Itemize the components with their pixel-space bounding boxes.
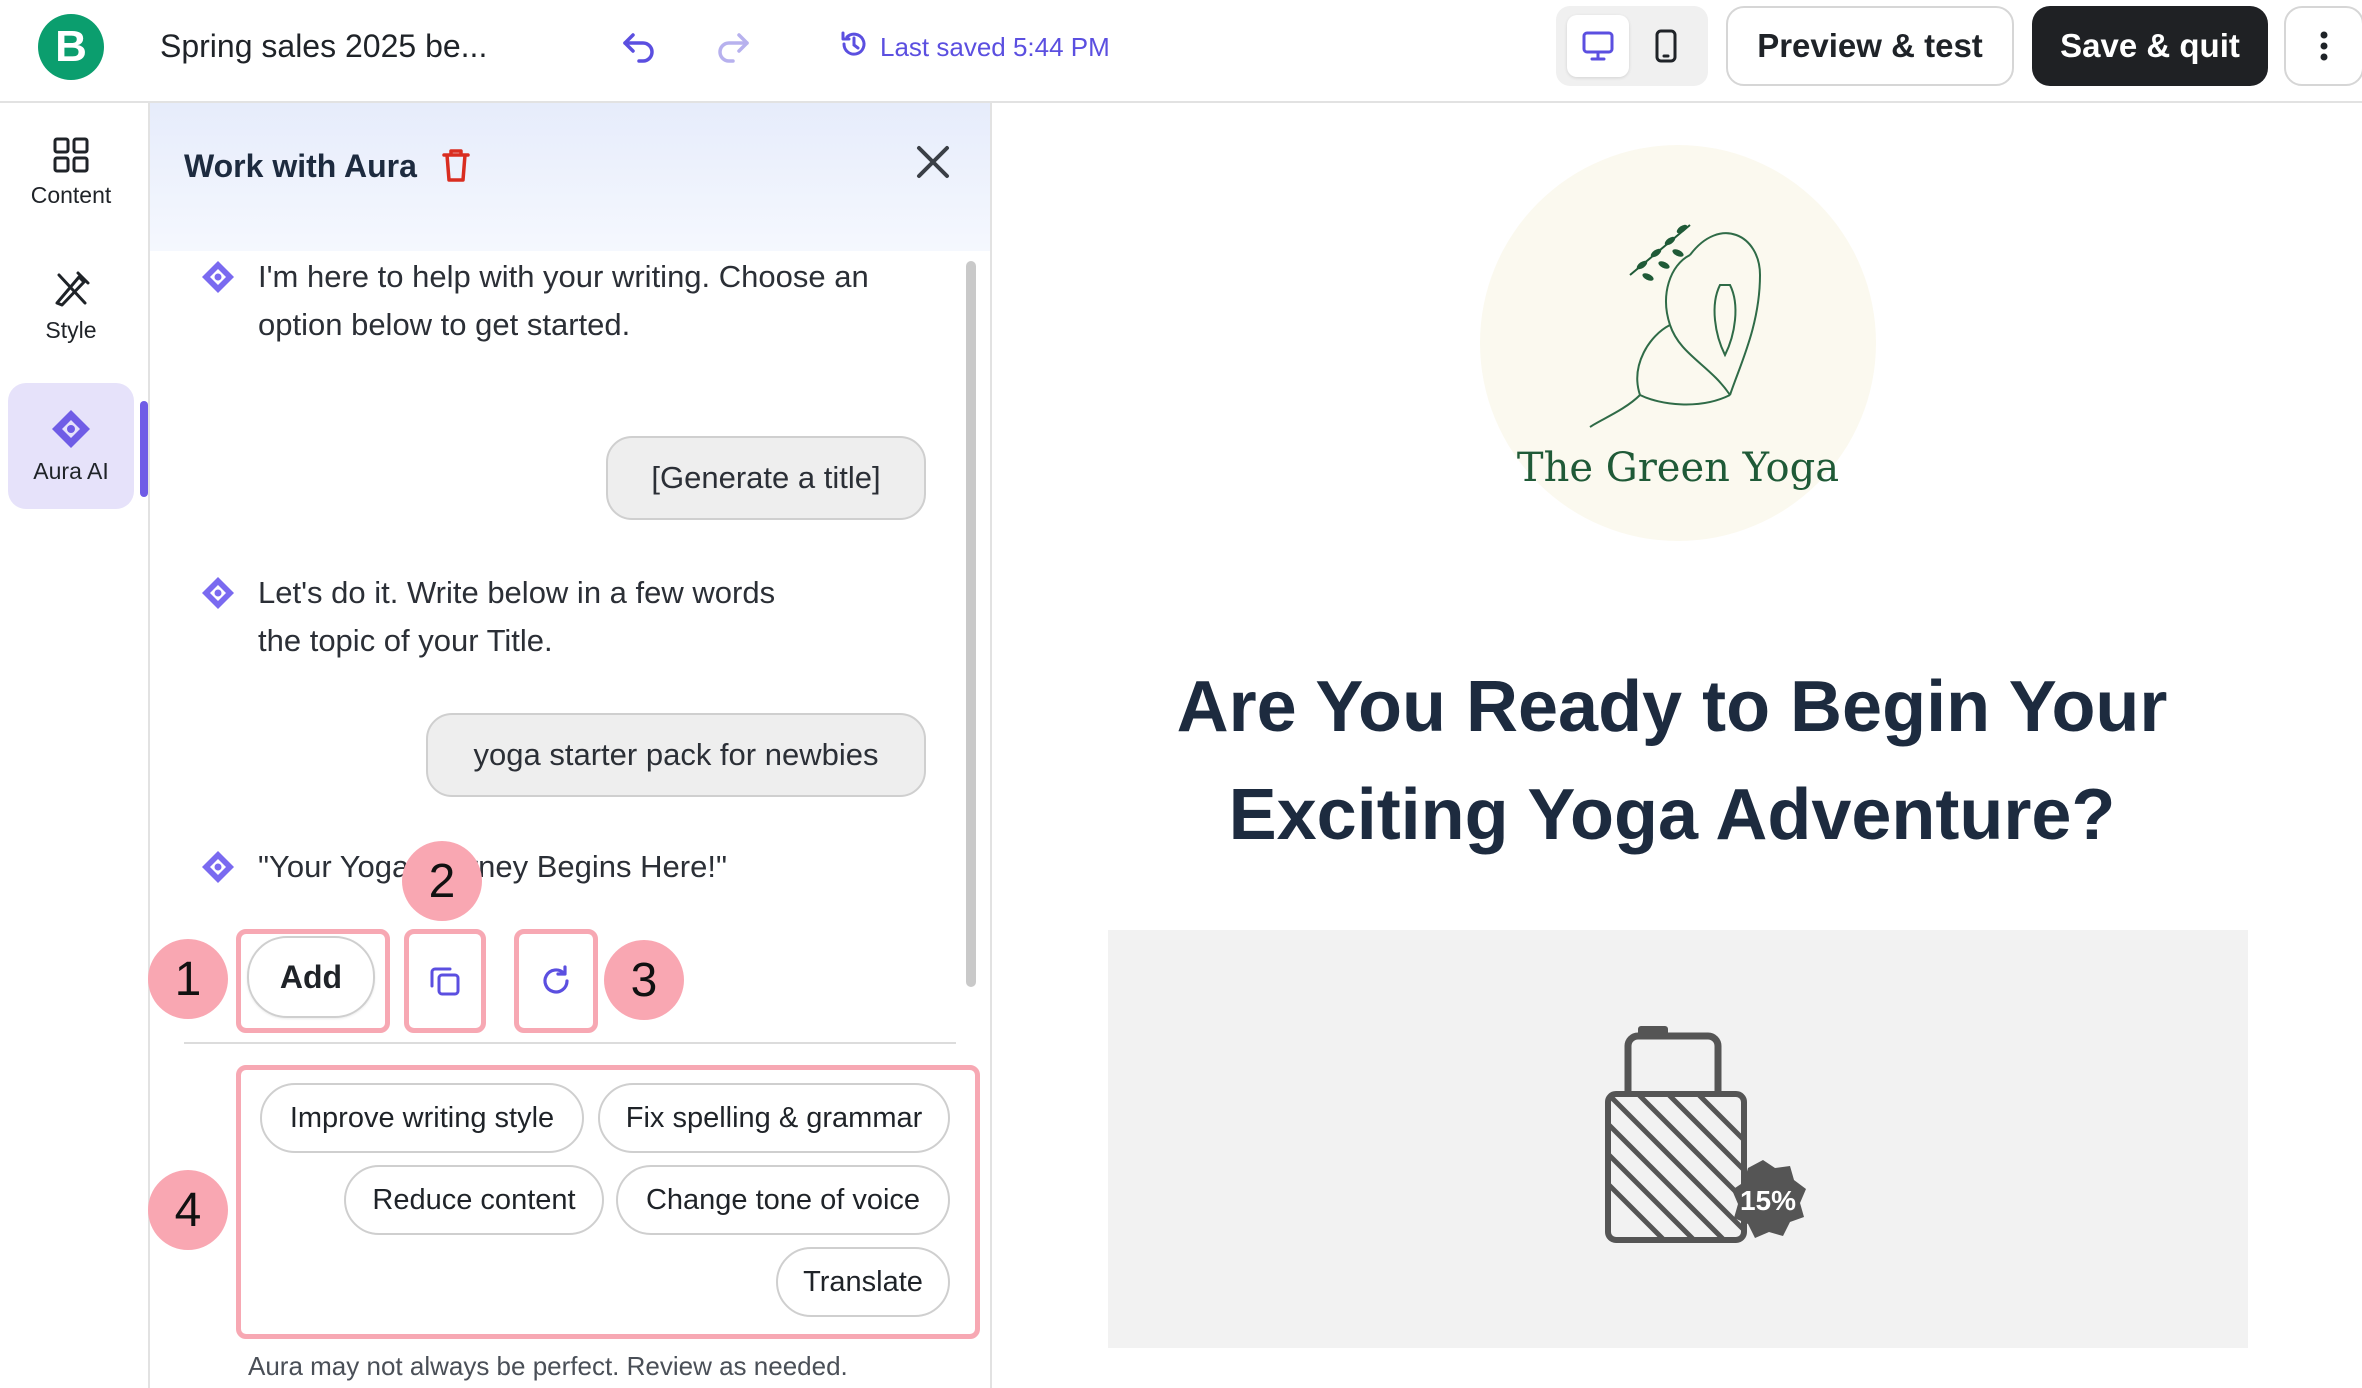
message-line: I'm here to help with your writing. Choo…	[258, 259, 869, 294]
brush-icon	[55, 271, 90, 306]
rail-label-style: Style	[45, 316, 97, 343]
mobile-icon	[1655, 29, 1677, 63]
more-options-button[interactable]	[2284, 6, 2362, 86]
rail-label-aura-ai: Aura AI	[33, 457, 109, 484]
discount-badge-text: 15%	[1740, 1185, 1796, 1216]
chat-scrollbar[interactable]	[966, 261, 976, 987]
rail-item-content[interactable]: Content	[8, 109, 134, 235]
brand-logo-circle[interactable]: The Green Yoga	[1480, 145, 1876, 541]
chip-reduce-content[interactable]: Reduce content	[344, 1165, 604, 1235]
message-line: option below to get started.	[258, 307, 631, 342]
chip-improve-writing-style[interactable]: Improve writing style	[260, 1083, 584, 1153]
panel-divider	[184, 1042, 956, 1044]
chip-translate[interactable]: Translate	[776, 1247, 950, 1317]
trash-icon[interactable]	[440, 147, 472, 188]
top-bar: B Spring sales 2025 be... Last saved 5:4…	[0, 0, 2362, 103]
message-line: Let's do it. Write below in a few words	[258, 575, 776, 610]
close-icon[interactable]	[914, 143, 952, 186]
aura-panel: Work with Aura I'm here to help with you…	[150, 103, 992, 1388]
message-line: the topic of your Title.	[258, 623, 553, 658]
rail-label-content: Content	[30, 181, 112, 208]
panel-header: Work with Aura	[150, 103, 990, 251]
panel-title: Work with Aura	[184, 148, 417, 184]
assistant-message: I'm here to help with your writing. Choo…	[200, 253, 869, 349]
generated-title-text: "Your Yoga Journey Begins Here!"	[258, 849, 727, 884]
callout-badge-3: 3	[604, 940, 684, 1020]
sparkle-icon	[52, 409, 90, 448]
desktop-view-button[interactable]	[1567, 15, 1629, 77]
undo-icon[interactable]	[619, 26, 659, 66]
preview-test-button[interactable]: Preview & test	[1726, 6, 2014, 86]
desktop-icon	[1582, 31, 1614, 61]
yoga-pose-illustration	[1589, 224, 1762, 428]
copy-button[interactable]	[417, 953, 473, 1009]
brand-logo[interactable]: B	[38, 14, 104, 80]
email-headline[interactable]: Are You Ready to Begin Your Exciting Yog…	[1122, 653, 2222, 869]
callout-badge-4: 4	[148, 1170, 228, 1250]
ai-disclaimer: Aura may not always be perfect. Review a…	[248, 1351, 848, 1381]
aura-sparkle-icon	[202, 261, 234, 293]
copy-icon	[430, 967, 460, 996]
device-toggle	[1556, 6, 1708, 86]
user-message-bubble: yoga starter pack for newbies	[426, 713, 926, 797]
user-message-bubble: [Generate a title]	[606, 436, 926, 520]
redo-icon[interactable]	[713, 26, 753, 66]
aura-sparkle-icon	[202, 851, 234, 883]
history-icon	[838, 28, 870, 67]
email-preview: The Green Yoga Are You Ready to Begin Yo…	[992, 103, 2362, 1388]
callout-badge-2: 2	[402, 841, 482, 921]
chip-change-tone-of-voice[interactable]: Change tone of voice	[616, 1165, 950, 1235]
mobile-view-button[interactable]	[1635, 15, 1697, 77]
grid-icon	[53, 137, 89, 172]
add-button[interactable]: Add	[247, 936, 375, 1018]
refresh-icon	[543, 965, 569, 994]
regenerate-button[interactable]	[528, 953, 584, 1009]
headline-line: Are You Ready to Begin Your	[1176, 667, 2168, 747]
rail-item-aura-ai[interactable]: Aura AI	[8, 383, 134, 509]
headline-line: Exciting Yoga Adventure?	[1228, 775, 2116, 855]
brand-name: The Green Yoga	[1516, 445, 1840, 491]
callout-badge-1: 1	[148, 939, 228, 1019]
active-rail-indicator	[140, 401, 148, 497]
aura-sparkle-icon	[202, 577, 234, 609]
last-saved-status[interactable]: Last saved 5:44 PM	[838, 28, 1110, 67]
kebab-menu-icon	[2320, 31, 2328, 61]
assistant-message: Let's do it. Write below in a few words …	[200, 569, 775, 665]
product-image-block[interactable]: 15%	[1108, 930, 2248, 1348]
left-rail: Content Style Aura AI	[0, 103, 150, 1388]
last-saved-text: Last saved 5:44 PM	[880, 32, 1110, 62]
save-quit-button[interactable]: Save & quit	[2032, 6, 2268, 86]
shopping-bag-icon: 15%	[1605, 1026, 1806, 1243]
document-title[interactable]: Spring sales 2025 be...	[160, 28, 487, 65]
rail-item-style[interactable]: Style	[8, 243, 134, 369]
chip-fix-spelling-grammar[interactable]: Fix spelling & grammar	[598, 1083, 950, 1153]
